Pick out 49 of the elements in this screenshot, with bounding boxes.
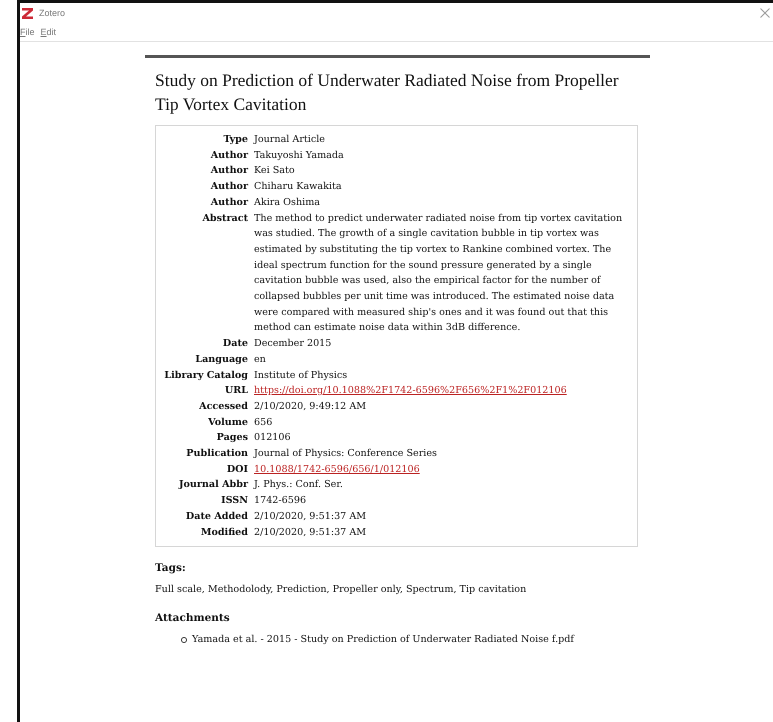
menu-item[interactable]: Edit xyxy=(40,26,56,38)
field-value: Takuyoshi Yamada xyxy=(254,148,345,163)
field-value: December 2015 xyxy=(254,337,332,352)
field-label: Modified xyxy=(200,526,248,540)
field-value: The method to predict underwater radiated noise from tip vortex cavitation was studied. The growth of a single cavitation bubble in tip vortex was estimated by substituting the tip vortex to Rankine combined vortex. The ideal spectrum function for the sound pressure generated by a single cavitation bubble was used, also the empirical factor for the number of collapsed bubbles per unit time was introduced. The estimated noise data were compared with measured ship's ones and it was found out that this method can estimate noise data within 3dB difference. xyxy=(254,212,624,336)
field-label: Accessed xyxy=(198,400,248,414)
field-label: Publication xyxy=(185,447,248,462)
item-title: Study on Prediction of Underwater Radiated Noise from Propeller Tip Vortex Cavitation xyxy=(155,69,620,116)
field-label: Volume xyxy=(207,416,248,430)
field-label: Author xyxy=(210,164,248,178)
field-value: Akira Oshima xyxy=(254,196,322,210)
field-label: Date xyxy=(222,337,248,352)
menu-item[interactable]: File xyxy=(20,26,35,38)
bullet-icon xyxy=(181,637,187,644)
field-label: Library Catalog xyxy=(163,368,248,383)
field-label: Language xyxy=(194,352,248,367)
field-label: Type xyxy=(222,133,248,147)
section-heading: Tags: xyxy=(155,561,187,576)
section-heading: Attachments xyxy=(155,611,231,626)
field-value: 2/10/2020, 9:49:12 AM xyxy=(254,400,368,414)
field-value: 656 xyxy=(254,416,274,430)
window-title: Zotero xyxy=(39,8,66,18)
field-label: Author xyxy=(210,148,248,163)
app-logo-icon xyxy=(22,8,33,18)
field-label: Pages xyxy=(216,431,248,446)
field-value: Journal Article xyxy=(254,133,326,147)
field-label: URL xyxy=(224,384,248,398)
close-button[interactable] xyxy=(760,8,770,18)
field-value: 2/10/2020, 9:51:37 AM xyxy=(254,526,368,540)
link[interactable]: 10.1088/1742-6596/656/1/012106 xyxy=(254,462,420,478)
field-value: J. Phys.: Conf. Ser. xyxy=(254,478,344,492)
field-label: Journal Abbr xyxy=(177,478,248,492)
field-value: en xyxy=(254,352,267,367)
field-value: 2/10/2020, 9:51:37 AM xyxy=(254,510,368,524)
attachment-link[interactable]: Yamada et al. - 2015 - Study on Prediction of Underwater Radiated Noise f.pdf xyxy=(192,633,574,648)
field-label: Date Added xyxy=(184,510,248,524)
field-value: Chiharu Kawakita xyxy=(254,180,343,194)
field-value: Institute of Physics xyxy=(254,368,348,383)
field-label: Author xyxy=(210,196,248,210)
link[interactable]: https://doi.org/10.1088%2F1742-6596%2F656%2F1%2F012106 xyxy=(254,383,567,399)
field-label: Author xyxy=(210,180,248,194)
field-label: ISSN xyxy=(220,494,248,508)
field-value: 1742-6596 xyxy=(254,494,308,508)
tags-list: Full scale, Methodolody, Prediction, Propeller only, Spectrum, Tip cavitation xyxy=(155,583,650,598)
field-value: Journal of Physics: Conference Series xyxy=(254,447,438,462)
field-label: Abstract xyxy=(201,212,248,226)
field-label: DOI xyxy=(226,462,248,477)
field-value: Kei Sato xyxy=(254,164,296,178)
field-value: 012106 xyxy=(254,431,292,446)
